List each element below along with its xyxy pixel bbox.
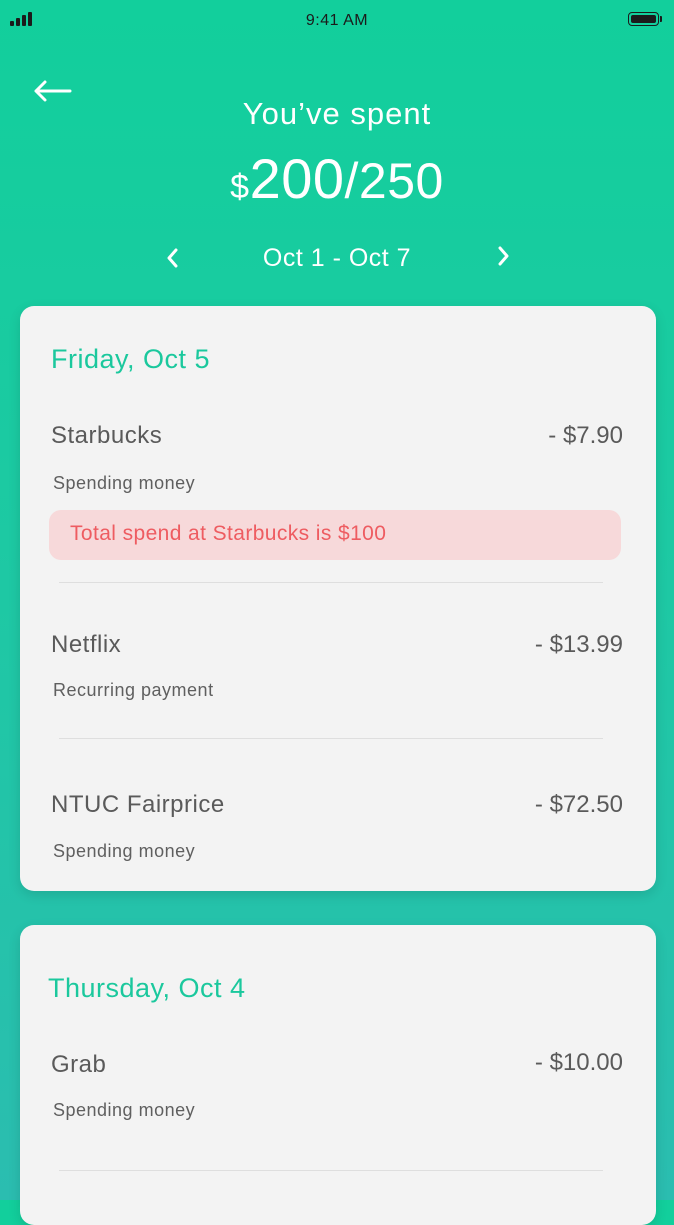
transaction-name[interactable]: Grab xyxy=(51,1051,106,1079)
page-title: You’ve spent xyxy=(242,96,432,131)
date-range-selector: Oct 1 - Oct 7 xyxy=(0,244,674,274)
spent-value: 200 xyxy=(249,147,345,210)
divider xyxy=(59,1170,603,1171)
transaction-category: Recurring payment xyxy=(53,680,214,700)
transaction-name[interactable]: Starbucks xyxy=(51,422,162,450)
day-card: Thursday, Oct 4 Grab - $10.00 Spending m… xyxy=(20,925,656,1225)
day-title: Thursday, Oct 4 xyxy=(48,973,246,1003)
day-card: Friday, Oct 5 Starbucks - $7.90 Spending… xyxy=(20,306,656,891)
divider xyxy=(59,738,603,739)
transaction-amount: - $7.90 xyxy=(548,422,623,449)
date-range-label: Oct 1 - Oct 7 xyxy=(262,244,412,272)
transaction-category: Spending money xyxy=(53,841,196,861)
spent-amount: $200/250 xyxy=(0,146,674,211)
transaction-category: Spending money xyxy=(53,1100,196,1120)
day-title: Friday, Oct 5 xyxy=(51,344,211,374)
spend-alert: Total spend at Starbucks is $100 xyxy=(49,510,621,560)
next-week-button[interactable] xyxy=(490,242,518,274)
chevron-right-icon xyxy=(498,246,509,266)
budget-value: /250 xyxy=(344,153,444,209)
status-time: 9:41 AM xyxy=(305,12,369,29)
transaction-name[interactable]: Netflix xyxy=(51,631,121,659)
divider xyxy=(59,582,603,583)
transaction-amount: - $10.00 xyxy=(534,1049,623,1076)
transaction-name[interactable]: NTUC Fairprice xyxy=(51,791,225,819)
status-bar: 9:41 AM xyxy=(0,0,674,40)
battery-icon xyxy=(628,12,664,28)
transaction-amount: - $13.99 xyxy=(534,631,623,658)
transaction-amount: - $72.50 xyxy=(534,791,623,818)
currency-symbol: $ xyxy=(230,168,250,206)
spend-alert-text: Total spend at Starbucks is $100 xyxy=(70,522,387,545)
transaction-category: Spending money xyxy=(53,473,196,493)
